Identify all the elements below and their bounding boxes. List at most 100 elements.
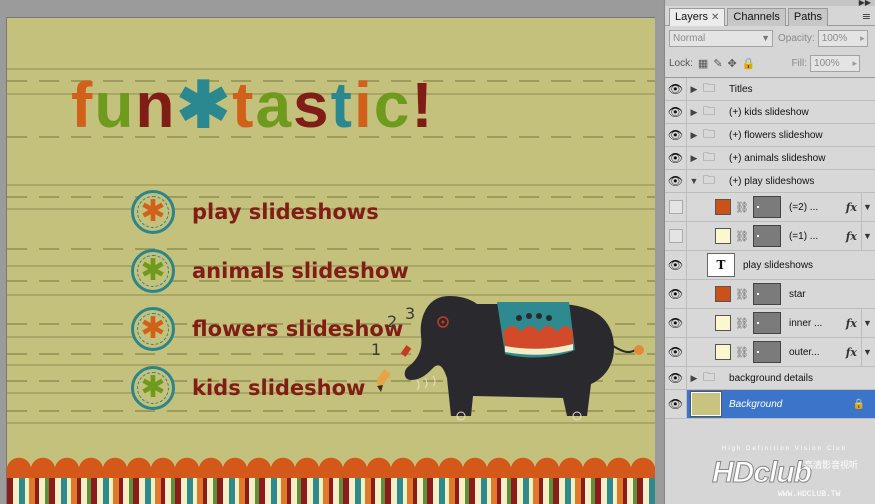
chevron-down-icon[interactable]: ▼ [861,193,873,221]
chevron-down-icon[interactable]: ▼ [861,222,873,250]
eye-hidden-icon[interactable] [665,193,687,221]
fill-field[interactable]: 100% ▸ [810,54,861,72]
link-icon[interactable]: ⛓ [735,317,749,330]
layer-mask-thumbnail[interactable] [752,225,781,247]
panel-menu-icon[interactable]: ≡ [862,10,871,23]
text-layer-icon[interactable]: T [707,253,735,277]
watermark-tagline: High Definition Vision Club [722,446,847,452]
star-badge-icon: ✱ [131,307,175,351]
eye-icon[interactable]: 👁 [665,78,687,100]
folder-icon: 🗀 [703,369,716,384]
fx-icon[interactable]: fx [846,317,857,330]
color-swatch[interactable] [715,315,731,331]
collapse-panel-icon[interactable]: ▶▶ [859,0,871,7]
layer-name: Background [729,398,783,410]
tab-label: Layers [675,11,709,23]
collapse-arrow-icon[interactable]: ▼ [687,176,701,186]
chevron-right-icon: ▸ [860,32,865,43]
layer-row-text[interactable]: 👁 T play slideshows [665,251,875,280]
eye-icon[interactable]: 👁 [665,338,687,366]
chevron-right-icon: ▸ [852,57,858,68]
fx-icon[interactable]: fx [846,346,857,359]
chevron-down-icon[interactable]: ▼ [861,338,873,366]
menu-item-flowers-slideshow[interactable]: ✱ flowers slideshow [131,307,403,351]
eye-icon[interactable]: 👁 [665,147,687,169]
menu-item-label: animals slideshow [192,259,409,283]
layer-name: outer... [788,346,820,358]
eye-icon[interactable]: 👁 [665,367,687,389]
asterisk-icon: ✱ [140,311,166,346]
expand-arrow-icon[interactable]: ▶ [687,84,701,95]
menu-item-kids-slideshow[interactable]: ✱ kids slideshow [131,366,365,410]
title-letter: u [94,69,136,141]
layer-row-shape[interactable]: ⛓ (=2) ... fx ▼ [665,193,875,222]
opacity-label: Opacity: [778,32,815,44]
opacity-field[interactable]: 100% ▸ [817,29,868,47]
tab-paths[interactable]: Paths [787,8,829,26]
layer-row-background-details[interactable]: 👁 ▶ 🗀 background details [665,367,875,390]
color-swatch[interactable] [715,199,731,215]
eye-icon[interactable]: 👁 [665,124,687,146]
layer-mask-thumbnail[interactable] [752,283,781,305]
layer-name: (+) play slideshows [729,175,815,187]
layer-row-shape[interactable]: ⛓ (=1) ... fx ▼ [665,222,875,251]
blend-mode-select[interactable]: Normal ▼ [669,29,773,47]
lock-position-icon[interactable]: ✥ [728,57,737,70]
canvas-area[interactable]: fun✱tastic! ✱ play slideshows ✱ animals … [0,0,662,504]
watermark-url: WWW.HDCLUB.TW [778,490,841,499]
eye-icon[interactable]: 👁 [665,170,687,192]
link-icon[interactable]: ⛓ [735,346,749,359]
color-swatch[interactable] [715,286,731,302]
layer-row-inner[interactable]: 👁 ⛓ inner ... fx ▼ [665,309,875,338]
star-badge-icon: ✱ [131,190,175,234]
panel-topbar: ▶▶ [665,0,875,7]
menu-item-play-slideshows[interactable]: ✱ play slideshows [131,190,379,234]
chevron-down-icon[interactable]: ▼ [861,309,873,337]
menu-item-animals-slideshow[interactable]: ✱ animals slideshow [131,249,409,293]
eye-icon[interactable]: 👁 [665,101,687,123]
eye-hidden-icon[interactable] [665,222,687,250]
eye-icon[interactable]: 👁 [665,280,687,308]
lock-all-icon[interactable]: 🔒 [742,57,756,70]
close-icon[interactable]: ✕ [711,12,719,23]
color-swatch[interactable] [715,228,731,244]
fx-icon[interactable]: fx [846,230,857,243]
expand-arrow-icon[interactable]: ▶ [687,107,701,118]
tab-layers[interactable]: Layers ✕ [669,8,726,26]
layer-row-play-slideshows-group[interactable]: 👁 ▼ 🗀 (+) play slideshows [665,170,875,193]
layer-row-kids-slideshow[interactable]: 👁 ▶ 🗀 (+) kids slideshow [665,101,875,124]
layer-row-flowers-slideshow[interactable]: 👁 ▶ 🗀 (+) flowers slideshow [665,124,875,147]
eye-icon[interactable]: 👁 [665,251,687,279]
link-icon[interactable]: ⛓ [735,201,749,214]
background-thumbnail[interactable] [690,391,722,417]
watermark-logo-text: HDclub [712,456,813,490]
layer-row-background[interactable]: 👁 Background 🔒 [665,390,875,419]
expand-arrow-icon[interactable]: ▶ [687,153,701,164]
lock-label: Lock: [669,57,693,69]
layer-mask-thumbnail[interactable] [752,196,781,218]
document-canvas[interactable]: fun✱tastic! ✱ play slideshows ✱ animals … [6,17,655,504]
fx-icon[interactable]: fx [846,201,857,214]
eye-icon[interactable]: 👁 [665,390,687,418]
layer-row-titles[interactable]: 👁 ▶ 🗀 Titles [665,78,875,101]
lock-transparent-icon[interactable]: ▦ [698,57,708,70]
color-swatch[interactable] [715,344,731,360]
layer-mask-thumbnail[interactable] [752,341,781,363]
blend-mode-value: Normal [673,32,706,44]
lock-image-icon[interactable]: ✎ [713,57,722,70]
lock-row: Lock: ▦ ✎ ✥ 🔒 Fill: 100% ▸ [669,54,871,72]
expand-arrow-icon[interactable]: ▶ [687,130,701,141]
layer-name: (=2) ... [788,201,819,213]
layer-name: (+) flowers slideshow [729,129,823,141]
layer-mask-thumbnail[interactable] [752,312,781,334]
folder-icon: 🗀 [703,103,716,118]
expand-arrow-icon[interactable]: ▶ [687,373,701,384]
layer-row-animals-slideshow[interactable]: 👁 ▶ 🗀 (+) animals slideshow [665,147,875,170]
link-icon[interactable]: ⛓ [735,288,749,301]
link-icon[interactable]: ⛓ [735,230,749,243]
tab-channels[interactable]: Channels [727,8,786,26]
eye-icon[interactable]: 👁 [665,309,687,337]
layer-row-outer[interactable]: 👁 ⛓ outer... fx ▼ [665,338,875,367]
menu-item-label: play slideshows [192,200,379,224]
layer-row-star[interactable]: 👁 ⛓ star [665,280,875,309]
